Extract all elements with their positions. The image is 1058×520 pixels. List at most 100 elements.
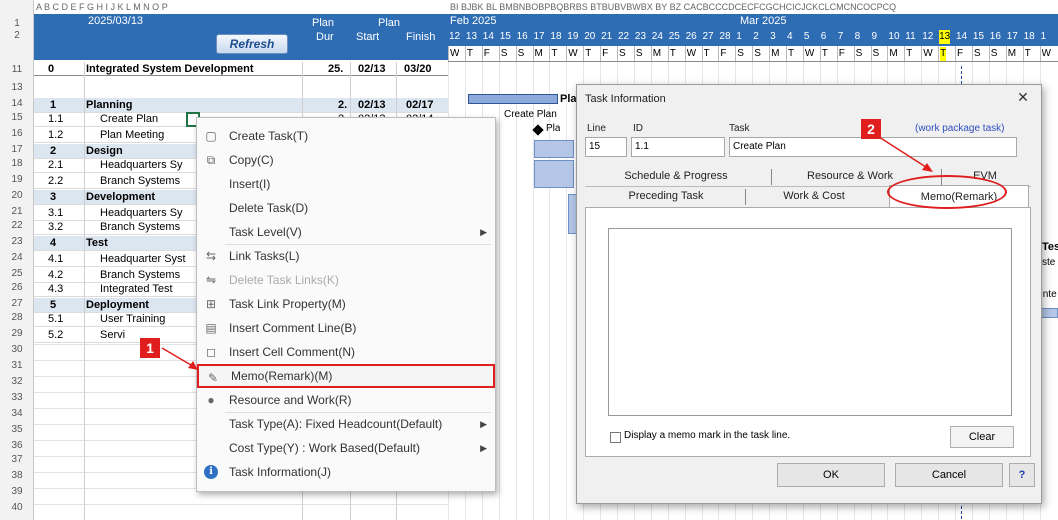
- gantt-bar-test: [1040, 308, 1058, 318]
- grid-line: [752, 46, 754, 61]
- memo-textarea[interactable]: [608, 228, 1012, 416]
- clear-button[interactable]: Clear: [950, 426, 1014, 448]
- menu-item[interactable]: ✎ Memo(Remark)(M): [197, 364, 495, 388]
- phase-row[interactable]: 1 Planning 2. 02/13 02/17: [34, 98, 448, 113]
- row-number[interactable]: 30: [0, 344, 34, 356]
- callout-2-arrow: [878, 136, 933, 172]
- day-number: 16: [516, 31, 528, 42]
- menu-item[interactable]: ● Resource and Work(R): [197, 388, 495, 412]
- day-number: 13: [939, 30, 951, 44]
- memo-mark-checkbox[interactable]: [610, 432, 621, 443]
- weekday-letter: S: [737, 48, 744, 59]
- row-number[interactable]: 13: [0, 82, 34, 94]
- weekday-letter: F: [602, 48, 609, 59]
- menu-item[interactable]: ⊞ Task Link Property(M): [197, 292, 495, 316]
- weekday-letter: T: [906, 48, 913, 59]
- task-number: 3: [50, 191, 57, 203]
- close-icon[interactable]: ✕: [1013, 89, 1033, 106]
- menu-item[interactable]: Delete Task(D): [197, 196, 495, 220]
- menu-item[interactable]: ▤ Insert Comment Line(B): [197, 316, 495, 340]
- menu-item-label: Task Type(A): Fixed Headcount(Default): [229, 417, 443, 431]
- task-number: 5.2: [48, 329, 64, 341]
- weekday-letter: S: [635, 48, 643, 59]
- help-button[interactable]: ?: [1009, 463, 1035, 487]
- task-name: Branch Systems: [100, 269, 181, 281]
- grid-line: [938, 46, 940, 61]
- row-number[interactable]: 15: [0, 112, 34, 124]
- row-number[interactable]: 24: [0, 252, 34, 264]
- row-number[interactable]: 21: [0, 206, 34, 218]
- row-number[interactable]: 29: [0, 328, 34, 340]
- row-number[interactable]: 31: [0, 360, 34, 372]
- menu-item[interactable]: ⇆ Link Tasks(L): [197, 244, 495, 268]
- weekday-letter: M: [534, 48, 543, 59]
- row-number[interactable]: 14: [0, 98, 34, 110]
- day-number: 27: [702, 31, 714, 42]
- task-number: 2: [50, 145, 57, 157]
- gantt-label-integrated: Inte: [1040, 289, 1057, 300]
- task-name: Design: [86, 145, 123, 157]
- row-number[interactable]: 40: [0, 502, 34, 514]
- tab-schedule-progress[interactable]: Schedule & Progress: [591, 167, 761, 185]
- menu-item[interactable]: Task Level(V) ▶: [197, 220, 495, 244]
- task-number: 4: [50, 237, 57, 249]
- row-number[interactable]: 20: [0, 190, 34, 202]
- info-icon: ℹ: [204, 465, 218, 479]
- task-number: 3.2: [48, 221, 64, 233]
- row-number[interactable]: 11: [0, 64, 34, 76]
- id-field[interactable]: 1.1: [631, 137, 725, 157]
- weekday-letter: W: [923, 48, 933, 59]
- task-start: 02/13: [358, 99, 386, 111]
- row-number[interactable]: 1: [0, 18, 34, 30]
- menu-item-label: Delete Task(D): [229, 201, 309, 215]
- task-field[interactable]: Create Plan: [729, 137, 1017, 157]
- task-number: 4.1: [48, 253, 64, 265]
- resource-icon: ●: [207, 393, 215, 407]
- row-number[interactable]: 18: [0, 158, 34, 170]
- row-number[interactable]: 17: [0, 144, 34, 156]
- menu-item-label: Resource and Work(R): [229, 393, 352, 407]
- row-number[interactable]: 2: [0, 30, 34, 42]
- row-number[interactable]: 16: [0, 128, 34, 140]
- menu-item[interactable]: Task Type(A): Fixed Headcount(Default) ▶: [197, 412, 495, 436]
- row-number[interactable]: 33: [0, 392, 34, 404]
- row-number[interactable]: 25: [0, 268, 34, 280]
- tab-preceding-task[interactable]: Preceding Task: [591, 187, 741, 205]
- menu-item[interactable]: ℹ Task Information(J): [197, 460, 495, 484]
- ok-button[interactable]: OK: [777, 463, 885, 487]
- row-number[interactable]: 19: [0, 174, 34, 186]
- day-number: 18: [1023, 31, 1035, 42]
- row-number[interactable]: 23: [0, 236, 34, 248]
- grid-line: [566, 46, 568, 61]
- menu-item[interactable]: ◻ Insert Cell Comment(N): [197, 340, 495, 364]
- line-field[interactable]: 15: [585, 137, 627, 157]
- grid-line: [786, 46, 787, 61]
- row-number[interactable]: 26: [0, 282, 34, 294]
- menu-item[interactable]: Insert(I): [197, 172, 495, 196]
- weekday-letter: W: [568, 48, 578, 59]
- row-number[interactable]: 38: [0, 470, 34, 482]
- tab-work-cost[interactable]: Work & Cost: [749, 187, 879, 205]
- row-number[interactable]: 35: [0, 424, 34, 436]
- row-number[interactable]: 39: [0, 486, 34, 498]
- task-dur: 2.: [338, 99, 348, 111]
- grid-line: [617, 46, 618, 61]
- menu-item[interactable]: ⇋ Delete Task Links(K): [197, 268, 495, 292]
- submenu-arrow-icon: ▶: [480, 443, 487, 453]
- cancel-button[interactable]: Cancel: [895, 463, 1003, 487]
- menu-item[interactable]: ▢ Create Task(T): [197, 124, 495, 148]
- task-number: 1.1: [48, 113, 64, 125]
- menu-item[interactable]: ⧉ Copy(C): [197, 148, 495, 172]
- grid-line: [650, 46, 652, 61]
- menu-item[interactable]: Cost Type(Y) : Work Based(Default) ▶: [197, 436, 495, 460]
- gantt-label-test: Tes: [1042, 241, 1058, 253]
- row-number[interactable]: 27: [0, 298, 34, 310]
- row-number[interactable]: 37: [0, 454, 34, 466]
- row-number[interactable]: 34: [0, 408, 34, 420]
- row-number[interactable]: 36: [0, 440, 34, 452]
- row-number[interactable]: 22: [0, 220, 34, 232]
- grid-line: [549, 46, 551, 61]
- row-number[interactable]: 28: [0, 312, 34, 324]
- grid-line: [1039, 46, 1041, 61]
- row-number[interactable]: 32: [0, 376, 34, 388]
